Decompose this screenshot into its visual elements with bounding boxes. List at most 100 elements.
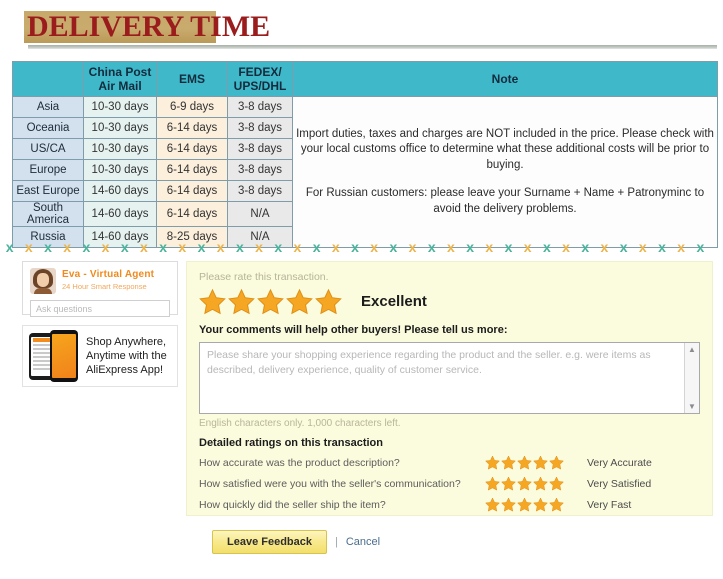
divider-x-glyph: x	[235, 239, 244, 255]
divider-x-glyph: x	[255, 239, 263, 255]
divider-x-glyph: x	[63, 239, 72, 255]
title-divider-rule	[28, 45, 717, 49]
divider-x-glyph: x	[44, 239, 52, 255]
app-promo-line2: Anytime with the	[86, 350, 167, 362]
star-icon	[549, 476, 564, 491]
divider-x-glyph: x	[274, 239, 283, 255]
detailed-rating-row[interactable]: How satisfied were you with the seller's…	[199, 473, 700, 494]
star-icon	[533, 455, 548, 470]
star-icon	[485, 497, 500, 512]
divider-x-glyph: x	[293, 239, 302, 255]
divider-x-glyph: x	[485, 239, 494, 255]
divider-x-glyph: x	[389, 239, 398, 255]
detailed-rating-value: Very Satisfied	[587, 477, 652, 490]
divider-x-glyph: x	[619, 239, 628, 255]
feedback-actions: Leave Feedback | Cancel	[212, 530, 380, 554]
app-promo-text: Shop Anywhere, Anytime with the AliExpre…	[86, 335, 167, 377]
divider-x-glyph: x	[542, 239, 551, 255]
detailed-ratings-title: Detailed ratings on this transaction	[199, 437, 383, 449]
cell-ems: 6-14 days	[156, 138, 228, 160]
eva-virtual-agent-widget[interactable]: Eva - Virtual Agent 24 Hour Smart Respon…	[22, 261, 178, 317]
divider-x-glyph: x	[658, 239, 666, 255]
comment-scrollbar[interactable]: ▲ ▼	[684, 343, 699, 413]
divider-x-glyph: x	[82, 239, 91, 255]
detailed-rating-value: Very Accurate	[587, 456, 652, 469]
detailed-rating-stars[interactable]	[485, 476, 579, 491]
star-icon	[517, 455, 532, 470]
delivery-time-table-container: China Post Air Mail EMS FEDEX/ UPS/DHL N…	[12, 61, 718, 248]
star-icon	[501, 455, 516, 470]
star-icon	[501, 476, 516, 491]
cell-region: US/CA	[12, 138, 84, 160]
divider-x-glyph: x	[178, 239, 187, 255]
left-sidebar: Eva - Virtual Agent 24 Hour Smart Respon…	[22, 261, 178, 387]
cell-china-post: 14-60 days	[83, 201, 157, 227]
divider-x-glyph: x	[351, 239, 359, 255]
divider-x-glyph: x	[447, 239, 455, 255]
leave-feedback-button[interactable]: Leave Feedback	[212, 530, 327, 554]
app-promo-line3: AliExpress App!	[86, 364, 164, 376]
cell-region: South America	[12, 201, 84, 227]
detailed-rating-row[interactable]: How accurate was the product description…	[199, 452, 700, 473]
divider-x-glyph: x	[120, 239, 129, 255]
eva-avatar-icon	[30, 268, 56, 294]
fedex-label-line2: UPS/DHL	[233, 79, 287, 93]
cell-region: East Europe	[12, 180, 84, 202]
note-paragraph-1: Import duties, taxes and charges are NOT…	[296, 127, 714, 171]
cell-china-post: 10-30 days	[83, 96, 157, 118]
table-head: China Post Air Mail EMS FEDEX/ UPS/DHL N…	[12, 61, 718, 97]
cell-ems: 6-9 days	[156, 96, 228, 118]
divider-x-glyph: x	[523, 239, 532, 255]
star-icon	[549, 497, 564, 512]
overall-star-rating[interactable]	[199, 288, 342, 315]
comment-textarea[interactable]: Please share your shopping experience re…	[199, 342, 700, 414]
divider-x-glyph: x	[216, 239, 225, 255]
column-header-china-post: China Post Air Mail	[83, 61, 157, 97]
divider-x-glyph: x	[638, 239, 647, 255]
aliexpress-app-promo[interactable]: Shop Anywhere, Anytime with the AliExpre…	[22, 325, 178, 387]
eva-agent-subtitle: 24 Hour Smart Response	[62, 282, 147, 291]
divider-x-glyph: x	[5, 239, 14, 255]
cell-note: Import duties, taxes and charges are NOT…	[292, 96, 718, 248]
rate-transaction-prompt: Please rate this transaction.	[199, 271, 329, 283]
china-post-label-line1: China Post	[88, 65, 152, 79]
scroll-down-icon[interactable]: ▼	[685, 400, 699, 413]
detailed-rating-stars[interactable]	[485, 497, 579, 512]
star-icon	[549, 455, 564, 470]
note-paragraph-2: For Russian customers: please leave your…	[305, 187, 705, 215]
eva-header: Eva - Virtual Agent 24 Hour Smart Respon…	[30, 268, 170, 296]
page-header: DELIVERY TIME	[0, 0, 723, 52]
comment-placeholder-text: Please share your shopping experience re…	[207, 349, 651, 376]
divider-x-glyph: x	[331, 239, 340, 255]
column-header-ems: EMS	[156, 61, 228, 97]
cell-ems: 6-14 days	[156, 117, 228, 139]
front-phone-icon	[50, 330, 78, 382]
column-header-note: Note	[292, 61, 718, 97]
phone-illustration-icon	[29, 330, 79, 382]
star-icon	[199, 288, 226, 315]
star-icon	[533, 476, 548, 491]
detailed-rating-value: Very Fast	[587, 498, 632, 511]
star-icon	[501, 497, 516, 512]
detailed-rating-row[interactable]: How quickly did the seller ship the item…	[199, 494, 700, 515]
star-icon	[286, 288, 313, 315]
cell-region: Asia	[12, 96, 84, 118]
table-row: Asia 10-30 days 6-9 days 3-8 days Import…	[12, 96, 718, 248]
star-icon	[485, 455, 500, 470]
cell-region: Europe	[12, 159, 84, 181]
column-header-region	[12, 61, 84, 97]
cell-china-post: 10-30 days	[83, 117, 157, 139]
detailed-rating-stars[interactable]	[485, 455, 579, 470]
table-body: Asia 10-30 days 6-9 days 3-8 days Import…	[12, 96, 718, 248]
cell-fedex: 3-8 days	[227, 180, 293, 202]
ask-questions-input[interactable]: Ask questions	[30, 300, 170, 317]
scroll-up-icon[interactable]: ▲	[685, 343, 699, 356]
divider-x-glyph: x	[312, 239, 321, 255]
star-icon	[517, 497, 532, 512]
overall-rating-label: Excellent	[361, 292, 427, 310]
cancel-link[interactable]: Cancel	[346, 536, 380, 548]
cell-fedex: 3-8 days	[227, 117, 293, 139]
detailed-rating-question: How satisfied were you with the seller's…	[199, 477, 461, 490]
decorative-x-divider: xxxxxxxxxxxxxxxxxxxxxxxxxxxxxxxxxxxxx	[0, 236, 723, 258]
overall-rating-row[interactable]: Excellent	[199, 286, 700, 316]
